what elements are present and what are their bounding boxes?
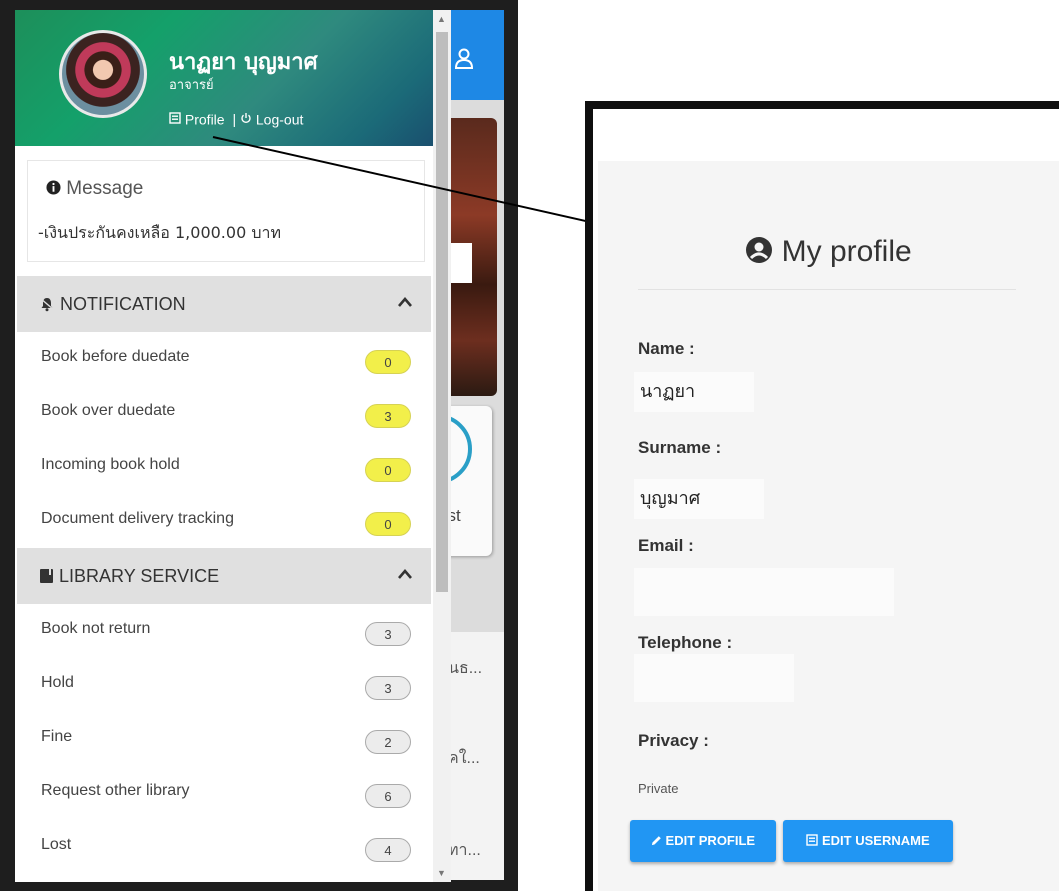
privacy-label: Privacy :: [638, 731, 709, 750]
message-text: -เงินประกันคงเหลือ 1,000.00 บาท: [38, 223, 282, 242]
pencil-icon: [651, 833, 662, 848]
scroll-up-arrow-icon[interactable]: ▲: [437, 14, 446, 24]
count-badge: 3: [365, 622, 411, 646]
service-item-hold[interactable]: Hold 3: [15, 658, 433, 712]
scrollbar-thumb[interactable]: [436, 32, 448, 592]
count-badge: 3: [365, 676, 411, 700]
count-badge: 4: [365, 838, 411, 862]
profile-card-icon: [169, 111, 181, 127]
edit-username-button[interactable]: EDIT USERNAME: [783, 820, 953, 862]
profile-card: My profile Name : นาฏยา Surname : บุญมาศ…: [598, 161, 1059, 891]
bell-icon: [39, 294, 55, 314]
side-drawer: นาฏยา บุญมาศ อาจารย์ Profile | Log-out M…: [15, 10, 433, 882]
surname-field: บุญมาศ: [634, 479, 764, 519]
chevron-up-icon[interactable]: [397, 564, 413, 585]
telephone-label: Telephone :: [638, 633, 733, 652]
info-icon: [46, 178, 61, 199]
count-badge: 0: [365, 350, 411, 374]
page-title: My profile: [598, 235, 1059, 269]
avatar: [59, 30, 147, 118]
telephone-field: [634, 654, 794, 702]
library-service-title: LIBRARY SERVICE: [59, 566, 220, 586]
count-badge: 0: [365, 458, 411, 482]
id-card-icon: [806, 833, 819, 848]
message-box: Message -เงินประกันคงเหลือ 1,000.00 บาท: [27, 160, 425, 262]
surname-label: Surname :: [638, 438, 722, 457]
chevron-up-icon[interactable]: [397, 292, 413, 313]
count-badge: 2: [365, 730, 411, 754]
background-list-item: คใ...: [448, 750, 480, 767]
library-service-section-header[interactable]: LIBRARY SERVICE: [17, 548, 431, 604]
user-icon[interactable]: [454, 48, 474, 76]
notification-item-document-delivery[interactable]: Document delivery tracking 0: [15, 494, 433, 548]
title-divider: [638, 289, 1016, 290]
drawer-scrollbar[interactable]: ▲ ▼: [433, 10, 451, 882]
service-item-fine[interactable]: Fine 2: [15, 712, 433, 766]
background-list-item: ทา...: [448, 842, 481, 859]
profile-screenshot: My profile Name : นาฏยา Surname : บุญมาศ…: [585, 101, 1059, 891]
scroll-down-arrow-icon[interactable]: ▼: [437, 868, 446, 878]
name-field: นาฏยา: [634, 372, 754, 412]
notification-item-over-duedate[interactable]: Book over duedate 3: [15, 386, 433, 440]
profile-page: My profile Name : นาฏยา Surname : บุญมาศ…: [593, 109, 1059, 891]
service-item-book-not-return[interactable]: Book not return 3: [15, 604, 433, 658]
profile-links: Profile | Log-out: [169, 110, 303, 127]
count-badge: 3: [365, 404, 411, 428]
edit-profile-button[interactable]: EDIT PROFILE: [630, 820, 776, 862]
email-field: [634, 568, 894, 616]
logout-link[interactable]: Log-out: [256, 111, 303, 127]
user-role: อาจารย์: [169, 78, 214, 93]
count-badge: 0: [365, 512, 411, 536]
profile-link[interactable]: Profile: [185, 111, 225, 127]
count-badge: 6: [365, 784, 411, 808]
service-item-request-other-library[interactable]: Request other library 6: [15, 766, 433, 820]
name-label: Name :: [638, 339, 695, 358]
notification-item-incoming-hold[interactable]: Incoming book hold 0: [15, 440, 433, 494]
power-icon: [240, 111, 252, 127]
notification-item-before-duedate[interactable]: Book before duedate 0: [15, 332, 433, 386]
book-icon: [39, 566, 54, 586]
profile-header: นาฏยา บุญมาศ อาจารย์ Profile | Log-out: [15, 10, 433, 146]
link-separator: |: [232, 111, 237, 128]
phone-screenshot: est นธ... คใ... ทา... นาฏยา บุญมาศ อาจาร…: [0, 0, 518, 891]
email-label: Email :: [638, 536, 694, 555]
notification-section-header[interactable]: NOTIFICATION: [17, 276, 431, 332]
notification-title: NOTIFICATION: [60, 294, 186, 314]
background-list-item: นธ...: [448, 660, 483, 677]
user-circle-icon: [745, 235, 773, 268]
service-item-lost[interactable]: Lost 4: [15, 820, 433, 874]
privacy-value: Private: [638, 781, 679, 796]
message-title: Message: [46, 178, 143, 200]
